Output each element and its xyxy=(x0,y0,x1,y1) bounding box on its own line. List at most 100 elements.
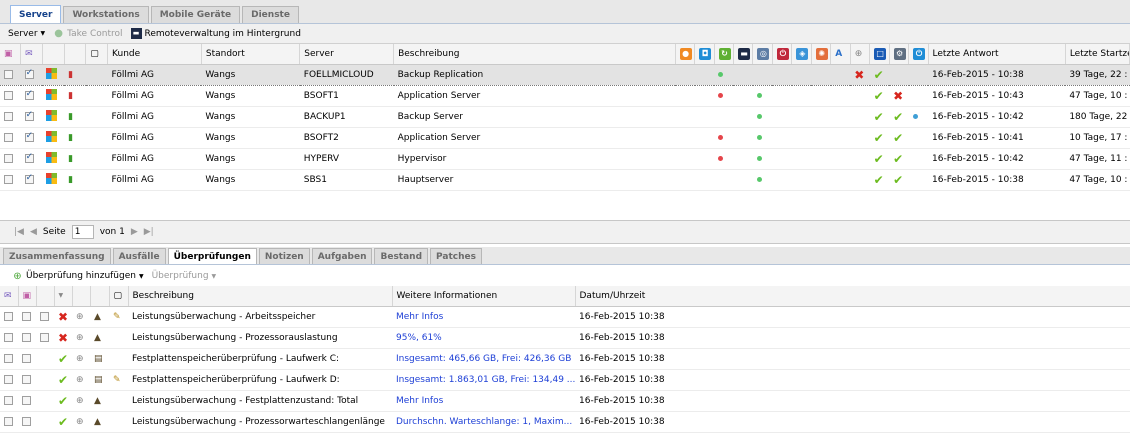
check-menu-button[interactable]: Überprüfung ▼ xyxy=(152,271,217,281)
header-patch-icon[interactable]: ↻ xyxy=(714,44,734,65)
header-server[interactable]: Server xyxy=(299,44,395,65)
check-icon[interactable]: ✔ xyxy=(874,68,884,82)
header-web-icon[interactable]: ⊕ xyxy=(850,44,871,65)
status-ok-dot[interactable] xyxy=(756,176,762,182)
header-letzte-antwort[interactable]: Letzte Antwort xyxy=(928,44,1066,65)
row-checkbox[interactable] xyxy=(4,69,13,79)
header-av-icon[interactable]: ● xyxy=(675,44,696,65)
row-checkbox[interactable] xyxy=(22,374,31,384)
cell-weitere-infos[interactable]: Mehr Infos xyxy=(392,390,575,412)
row-checkbox[interactable] xyxy=(4,111,13,121)
row-checkbox[interactable] xyxy=(4,416,13,426)
cell-weitere-infos[interactable]: Durchschn. Warteschlange: 1, Maxim... xyxy=(392,411,575,433)
cell-weitere-infos[interactable]: Insgesamt: 465,66 GB, Frei: 426,36 GB xyxy=(392,348,575,370)
tab-ausfaelle[interactable]: Ausfälle xyxy=(112,248,166,264)
header-notes-icon[interactable]: ▢ xyxy=(85,44,109,65)
row-checkbox[interactable] xyxy=(4,311,13,321)
header-sort-icon[interactable]: ▼ xyxy=(54,286,73,307)
table-row[interactable]: ✔ ⊕ ▤ ✎ Festplattenspeicherüberprüfung -… xyxy=(0,369,1130,391)
page-number-input[interactable] xyxy=(71,225,94,239)
mail-checkbox[interactable] xyxy=(24,68,34,79)
tab-dienste[interactable]: Dienste xyxy=(242,6,299,23)
check-icon[interactable]: ✔ xyxy=(874,152,884,166)
server-menu-button[interactable]: Server ▼ xyxy=(8,29,45,39)
status-ok-dot[interactable] xyxy=(756,113,762,119)
header-window-icon[interactable]: □ xyxy=(869,44,890,65)
table-row[interactable]: ✔ ⊕ ▲ Leistungsüberwachung - Prozessorwa… xyxy=(0,411,1130,433)
row-checkbox[interactable] xyxy=(22,416,31,426)
header-stop-icon[interactable]: ⏻ xyxy=(772,44,793,65)
row-checkbox[interactable] xyxy=(4,90,13,100)
header-mail-icon[interactable]: ✉ xyxy=(20,44,43,65)
status-ok-dot[interactable] xyxy=(756,155,762,161)
header-power-icon[interactable]: ⏻ xyxy=(908,44,929,65)
cell-weitere-infos[interactable]: Mehr Infos xyxy=(392,306,575,328)
status-info-dot[interactable] xyxy=(912,113,918,119)
status-error-dot[interactable] xyxy=(718,134,724,140)
check-icon[interactable]: ✔ xyxy=(874,110,884,124)
next-page-icon[interactable]: ▶ xyxy=(131,227,138,237)
mail-checkbox[interactable] xyxy=(24,110,34,121)
cell-weitere-infos[interactable]: Insgesamt: 1.863,01 GB, Frei: 134,49 ... xyxy=(392,369,575,391)
row-checkbox[interactable] xyxy=(4,174,13,184)
tab-ueberpruefungen[interactable]: Überprüfungen xyxy=(167,248,257,264)
row-checkbox[interactable] xyxy=(22,353,31,363)
check-icon[interactable]: ✔ xyxy=(893,152,903,166)
tab-zusammenfassung[interactable]: Zusammenfassung xyxy=(3,248,111,264)
header-standort[interactable]: Standort xyxy=(201,44,301,65)
remote-management-button[interactable]: ▬ Remoteverwaltung im Hintergrund xyxy=(130,28,301,39)
table-row[interactable]: ▮ Föllmi AG Wangs BSOFT2 Application Ser… xyxy=(0,127,1130,149)
tab-aufgaben[interactable]: Aufgaben xyxy=(311,248,373,264)
tab-notizen[interactable]: Notizen xyxy=(258,248,310,264)
header-check-beschreibung[interactable]: Beschreibung xyxy=(128,286,393,307)
status-error-dot[interactable] xyxy=(718,155,724,161)
table-row[interactable]: ▮ Föllmi AG Wangs SBS1 Hauptserver ✔ ✔ 1… xyxy=(0,169,1130,191)
status-ok-dot[interactable] xyxy=(756,134,762,140)
header-lifebuoy-icon[interactable]: ✺ xyxy=(811,44,832,65)
check-icon[interactable]: ✔ xyxy=(874,173,884,187)
check-icon[interactable]: ✔ xyxy=(893,110,903,124)
mail-checkbox[interactable] xyxy=(24,131,34,142)
header-weitere-infos[interactable]: Weitere Informationen xyxy=(392,286,576,307)
error-icon[interactable]: ✖ xyxy=(893,89,903,103)
table-row[interactable]: ▮ Föllmi AG Wangs BSOFT1 Application Ser… xyxy=(0,85,1130,107)
check-icon[interactable]: ✔ xyxy=(874,89,884,103)
row-checkbox[interactable] xyxy=(4,395,13,405)
cell-weitere-infos[interactable]: 95%, 61% xyxy=(392,327,575,349)
tab-mobile-geraete[interactable]: Mobile Geräte xyxy=(150,6,241,23)
header-shield-icon[interactable]: ◈ xyxy=(791,44,812,65)
table-row[interactable]: ✔ ⊕ ▲ Leistungsüberwachung - Festplatten… xyxy=(0,390,1130,412)
check-icon[interactable]: ✔ xyxy=(893,173,903,187)
table-row[interactable]: ✖ ⊕ ▲ Leistungsüberwachung - Prozessorau… xyxy=(0,327,1130,349)
mail-checkbox[interactable] xyxy=(24,89,34,100)
table-row[interactable]: ▮ Föllmi AG Wangs BACKUP1 Backup Server … xyxy=(0,106,1130,128)
first-page-icon[interactable]: |◀ xyxy=(14,227,24,237)
header-notes-icon[interactable]: ▢ xyxy=(109,286,129,307)
row-checkbox[interactable] xyxy=(4,374,13,384)
tab-patches[interactable]: Patches xyxy=(430,248,482,264)
row-checkbox[interactable] xyxy=(40,332,49,342)
last-page-icon[interactable]: ▶| xyxy=(144,227,154,237)
table-row[interactable]: ▮ Föllmi AG Wangs FOELLMICLOUD Backup Re… xyxy=(0,64,1130,86)
header-disk-icon[interactable]: ◎ xyxy=(752,44,773,65)
error-icon[interactable]: ✖ xyxy=(854,68,864,82)
header-beschreibung[interactable]: Beschreibung xyxy=(393,44,676,65)
mail-checkbox[interactable] xyxy=(24,173,34,184)
header-kunde[interactable]: Kunde xyxy=(107,44,202,65)
row-checkbox[interactable] xyxy=(22,395,31,405)
tab-server[interactable]: Server xyxy=(10,5,62,23)
row-checkbox[interactable] xyxy=(4,332,13,342)
tab-workstations[interactable]: Workstations xyxy=(63,6,149,23)
header-warning-icon[interactable]: A xyxy=(830,44,851,65)
tab-bestand[interactable]: Bestand xyxy=(374,248,429,264)
row-checkbox[interactable] xyxy=(4,132,13,142)
header-monitor-icon[interactable]: ▣ xyxy=(18,286,37,307)
header-monitor-icon[interactable]: ▣ xyxy=(0,44,22,65)
row-checkbox[interactable] xyxy=(4,153,13,163)
table-row[interactable]: ▮ Föllmi AG Wangs HYPERV Hypervisor ✔ ✔ … xyxy=(0,148,1130,170)
header-backup-icon[interactable]: ◘ xyxy=(694,44,715,65)
add-check-button[interactable]: ⊕ Überprüfung hinzufügen ▼ xyxy=(12,271,143,282)
status-ok-dot[interactable] xyxy=(756,92,762,98)
mail-checkbox[interactable] xyxy=(24,152,34,163)
check-icon[interactable]: ✔ xyxy=(893,131,903,145)
